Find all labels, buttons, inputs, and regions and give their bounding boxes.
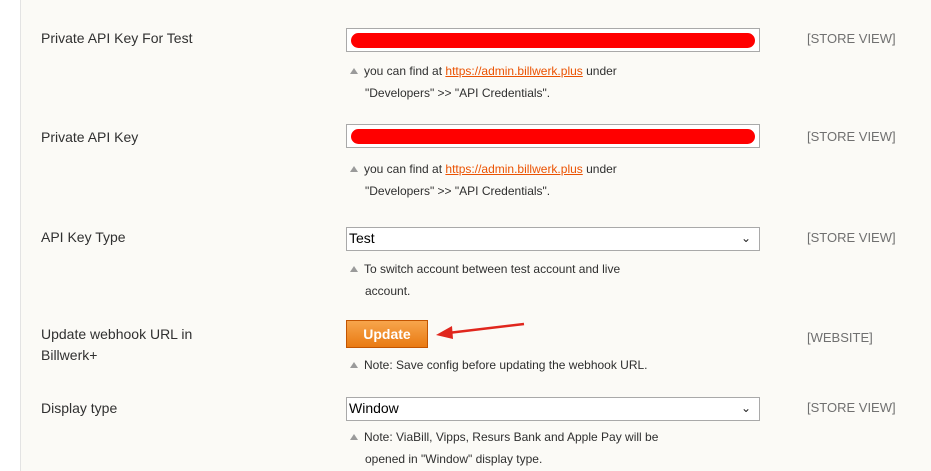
scope-label: [STORE VIEW] xyxy=(807,31,896,46)
update-webhook-button[interactable]: Update xyxy=(346,320,428,348)
field-note: you can find at https://admin.billwerk.p… xyxy=(350,158,617,202)
scope-label: [STORE VIEW] xyxy=(807,230,896,245)
select-value: Window xyxy=(349,400,399,416)
triangle-up-icon xyxy=(350,434,358,440)
triangle-up-icon xyxy=(350,68,358,74)
red-arrow-annotation xyxy=(436,322,525,339)
note-text: opened in "Window" display type. xyxy=(365,452,543,466)
scope-label: [STORE VIEW] xyxy=(807,400,896,415)
scope-label: [WEBSITE] xyxy=(807,330,873,345)
redaction-mark xyxy=(351,129,755,144)
scope-label: [STORE VIEW] xyxy=(807,129,896,144)
display-type-label: Display type xyxy=(41,400,118,416)
note-text: under xyxy=(582,162,617,176)
note-text: under xyxy=(582,64,617,78)
note-text: Note: Save config before updating the we… xyxy=(364,358,648,372)
label-line: Billwerk+ xyxy=(41,347,98,363)
private-api-key-label: Private API Key xyxy=(41,129,139,145)
field-note: you can find at https://admin.billwerk.p… xyxy=(350,60,617,104)
display-type-select[interactable]: Window ⌄ xyxy=(346,397,760,421)
api-key-type-select[interactable]: Test ⌄ xyxy=(346,227,760,251)
api-key-type-label: API Key Type xyxy=(41,229,126,245)
triangle-up-icon xyxy=(350,266,358,272)
private-api-key-test-input[interactable] xyxy=(346,28,760,52)
select-value: Test xyxy=(349,230,375,246)
chevron-down-icon: ⌄ xyxy=(740,401,751,415)
note-text: you can find at xyxy=(364,64,446,78)
note-text: "Developers" >> "API Credentials". xyxy=(365,184,551,198)
field-note: To switch account between test account a… xyxy=(350,258,620,302)
note-text: "Developers" >> "API Credentials". xyxy=(365,86,551,100)
note-text: you can find at xyxy=(364,162,446,176)
label-line: Update webhook URL in xyxy=(41,326,193,342)
update-webhook-label: Update webhook URL in Billwerk+ xyxy=(41,324,192,366)
note-text: Note: ViaBill, Vipps, Resurs Bank and Ap… xyxy=(364,430,659,444)
triangle-up-icon xyxy=(350,166,358,172)
billwerk-admin-link[interactable]: https://admin.billwerk.plus xyxy=(445,64,582,78)
field-note: Note: Save config before updating the we… xyxy=(350,354,648,376)
redaction-mark xyxy=(351,33,755,48)
note-text: account. xyxy=(365,284,411,298)
field-note: Note: ViaBill, Vipps, Resurs Bank and Ap… xyxy=(350,426,658,470)
private-api-key-input[interactable] xyxy=(346,124,760,148)
billwerk-admin-link[interactable]: https://admin.billwerk.plus xyxy=(445,162,582,176)
chevron-down-icon: ⌄ xyxy=(740,231,751,245)
triangle-up-icon xyxy=(350,362,358,368)
note-text: To switch account between test account a… xyxy=(364,262,621,276)
private-api-key-test-label: Private API Key For Test xyxy=(41,30,193,46)
